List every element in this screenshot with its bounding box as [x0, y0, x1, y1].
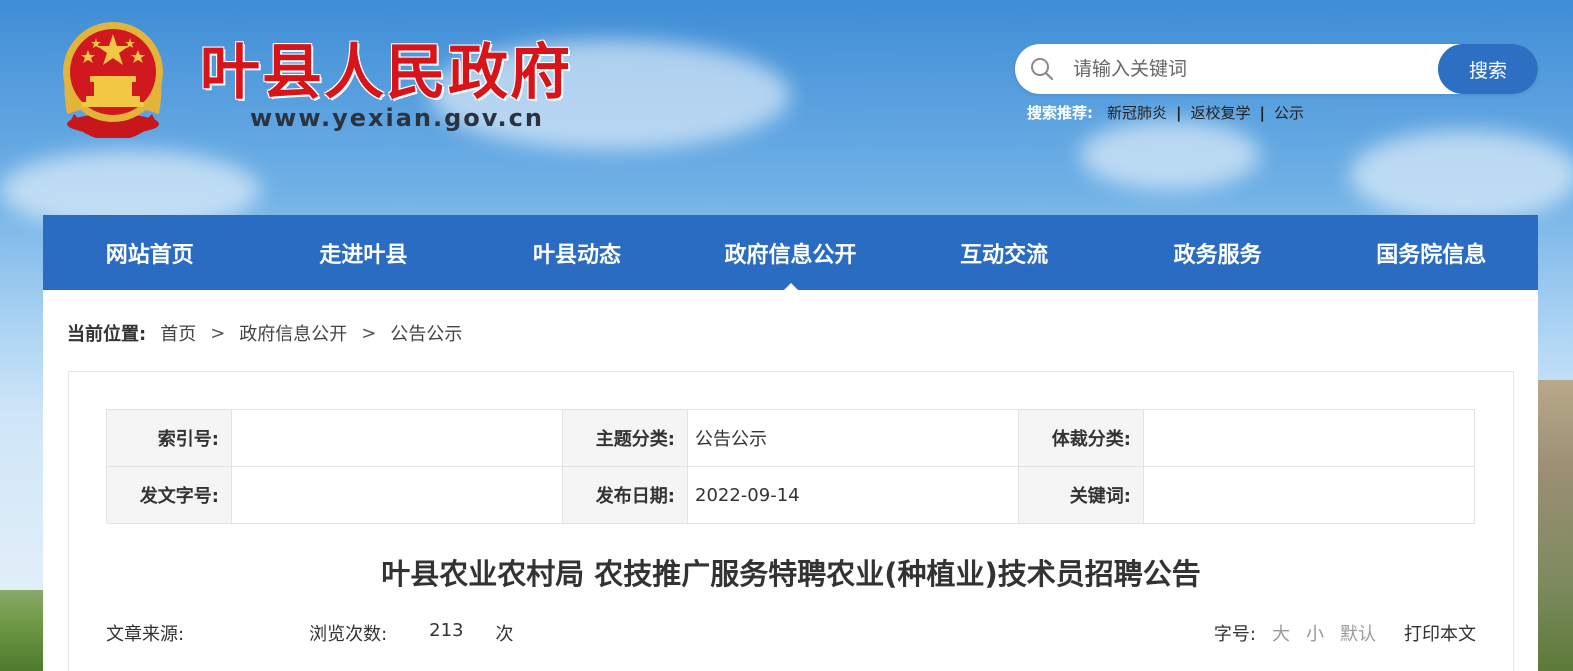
breadcrumb-notices[interactable]: 公告公示 [390, 320, 462, 346]
breadcrumb-home[interactable]: 首页 [160, 320, 196, 346]
search-icon [1031, 58, 1054, 81]
genre-label: 体裁分类: [1018, 409, 1144, 467]
topic-label: 主题分类: [562, 409, 688, 467]
landscape-left [0, 590, 43, 671]
cloud-decoration [1080, 120, 1260, 190]
breadcrumb-gov-info[interactable]: 政府信息公开 [239, 320, 347, 346]
article-content: 索引号: 主题分类: 公告公示 体裁分类: 发文字号: 发布日期: 2022-0… [68, 371, 1514, 671]
breadcrumb-arrow: > [361, 322, 377, 344]
site-name[interactable]: 叶县人民政府 [200, 24, 572, 111]
breadcrumb: 当前位置: 首页 > 政府信息公开 > 公告公示 [67, 320, 462, 346]
views-unit: 次 [495, 624, 514, 645]
breadcrumb-label: 当前位置: [67, 324, 147, 345]
main-panel: 当前位置: 首页 > 政府信息公开 > 公告公示 索引号: 主题分类: 公告公示… [43, 290, 1538, 671]
index-no-value [231, 409, 563, 467]
views-count: 213 [429, 620, 464, 641]
separator: | [1259, 103, 1265, 122]
nav-item-news[interactable]: 叶县动态 [470, 215, 684, 290]
cloud-decoration [1350, 130, 1573, 220]
article-title: 叶县农业农村局 农技推广服务特聘农业(种植业)技术员招聘公告 [381, 557, 1201, 591]
font-size-label: 字号: [1213, 624, 1256, 645]
print-button[interactable]: 打印本文 [1404, 620, 1476, 646]
search-rec-label: 搜索推荐: [1027, 104, 1093, 122]
search-rec-item[interactable]: 返校复学 [1191, 102, 1251, 123]
doc-no-label: 发文字号: [106, 466, 232, 524]
search-input[interactable] [1073, 52, 1433, 86]
landscape-right [1538, 380, 1573, 671]
main-nav: 网站首页 走进叶县 叶县动态 政府信息公开 互动交流 政务服务 国务院信息 [43, 215, 1538, 290]
search-rec-item[interactable]: 公示 [1274, 102, 1304, 123]
views-label: 浏览次数: [309, 624, 388, 645]
separator: | [1176, 103, 1182, 122]
genre-value [1143, 409, 1475, 467]
font-default-button[interactable]: 默认 [1340, 620, 1376, 646]
font-small-button[interactable]: 小 [1306, 620, 1324, 646]
index-no-label: 索引号: [106, 409, 232, 467]
source-value [184, 620, 309, 646]
breadcrumb-arrow: > [210, 322, 226, 344]
search-recommendations: 搜索推荐: 新冠肺炎 | 返校复学 | 公示 [1027, 102, 1304, 123]
keyword-value [1143, 466, 1475, 524]
nav-item-about[interactable]: 走进叶县 [257, 215, 471, 290]
national-emblem-icon [63, 22, 163, 138]
article-meta: 文章来源: 浏览次数: 213 次 [106, 620, 514, 646]
nav-item-home[interactable]: 网站首页 [43, 215, 257, 290]
document-info-table: 索引号: 主题分类: 公告公示 体裁分类: 发文字号: 发布日期: 2022-0… [106, 409, 1475, 524]
keyword-label: 关键词: [1018, 466, 1144, 524]
source-label: 文章来源: [106, 624, 185, 645]
search-rec-item[interactable]: 新冠肺炎 [1107, 102, 1167, 123]
nav-item-state-council[interactable]: 国务院信息 [1324, 215, 1538, 290]
nav-item-gov-info[interactable]: 政府信息公开 [684, 215, 898, 290]
search-box: 搜索 [1015, 44, 1538, 94]
nav-item-services[interactable]: 政务服务 [1111, 215, 1325, 290]
nav-item-interaction[interactable]: 互动交流 [897, 215, 1111, 290]
font-large-button[interactable]: 大 [1272, 620, 1290, 646]
topic-value: 公告公示 [687, 409, 1019, 467]
table-row: 发文字号: 发布日期: 2022-09-14 关键词: [106, 466, 1475, 524]
doc-no-value [231, 466, 563, 524]
table-row: 索引号: 主题分类: 公告公示 体裁分类: [106, 409, 1475, 467]
article-tools: 字号: 大 小 默认 打印本文 [1214, 620, 1476, 646]
site-url[interactable]: www.yexian.gov.cn [250, 104, 544, 132]
search-button[interactable]: 搜索 [1438, 44, 1538, 94]
date-label: 发布日期: [562, 466, 688, 524]
date-value: 2022-09-14 [687, 466, 1019, 524]
